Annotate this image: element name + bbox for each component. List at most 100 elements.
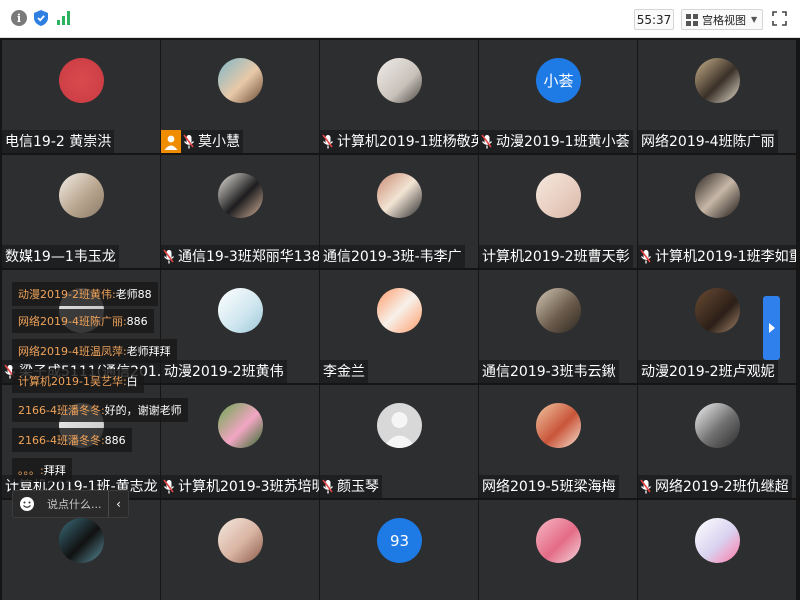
participant-tile[interactable]: 网络2019-5班梁海梅 (479, 385, 637, 498)
participant-name: 计算机2019-3班苏培明 (178, 479, 319, 495)
chat-message: 网络2019-4班温凤萍: 老师拜拜 (12, 339, 177, 363)
fullscreen-icon[interactable] (772, 11, 787, 26)
chat-text: 886 (104, 433, 126, 447)
participant-name: 颜玉琴 (337, 479, 379, 495)
avatar (695, 173, 740, 218)
participant-tile[interactable]: 颜玉琴 (320, 385, 478, 498)
chat-message: 2166-4班潘冬冬: 好的，谢谢老师 (12, 398, 188, 422)
chat-sender: 计算机2019-1吴艺华: (18, 375, 127, 388)
participant-name: 莫小慧 (198, 134, 240, 150)
participant-name: 李金兰 (323, 364, 365, 380)
participant-tile[interactable]: 计算机2019-1班杨敬英 (320, 40, 478, 153)
expand-panel-button[interactable] (763, 296, 780, 360)
participant-tile[interactable]: 莫小慧 (161, 40, 319, 153)
participant-name: 计算机2019-1班李如重 (655, 249, 796, 265)
participant-tile[interactable]: 计算机2019-1班李如重 (638, 155, 796, 268)
chat-sender: 2166-4班潘冬冬: (18, 404, 105, 417)
signal-icon[interactable] (56, 10, 72, 26)
toolbar: i 55:37 宫格视图 ▼ (0, 0, 800, 38)
avatar (695, 403, 740, 448)
participant-tile[interactable]: 网络2019-2班仇继超 (638, 385, 796, 498)
participant-tile[interactable]: 通信19-3班郑丽华138 (161, 155, 319, 268)
avatar (218, 403, 263, 448)
name-bar: 计算机2019-2班曹天彰 (479, 245, 633, 268)
name-bar: 网络2019-5班梁海梅 (479, 475, 619, 498)
name-bar: 动漫2019-1班黄小荟 (479, 130, 633, 153)
avatar (59, 58, 104, 103)
participant-name: 计算机2019-1班杨敬英 (337, 134, 478, 150)
chat-message: 2166-4班潘冬冬: 886 (12, 428, 132, 452)
participant-tile[interactable]: 网络2019-4班陈广丽 (638, 40, 796, 153)
avatar (695, 518, 740, 563)
participant-tile[interactable]: 动漫2019-2班黄伟 (161, 270, 319, 383)
chat-sender: 动漫2019-2班黄伟: (18, 288, 116, 301)
mic-muted-icon (640, 249, 652, 265)
participant-tile[interactable] (638, 500, 796, 600)
participant-name: 通信2019-3班-韦李广 (323, 249, 462, 265)
chat-overlay: 动漫2019-2班黄伟: 老师88 网络2019-4班陈广丽: 886 网络2019-4… (12, 282, 188, 487)
participant-tile[interactable] (161, 500, 319, 600)
avatar-text: 93 (389, 531, 410, 550)
chat-sender: 。。。: (18, 464, 44, 477)
name-bar: 数媒19—1韦玉龙 (2, 245, 119, 268)
name-bar: 电信19-2 黄崇洪 (2, 130, 115, 153)
name-bar: 李金兰 (320, 360, 368, 383)
view-mode-label: 宫格视图 (702, 13, 746, 27)
default-person-icon (377, 403, 422, 448)
avatar (536, 173, 581, 218)
participant-name: 网络2019-5班梁海梅 (482, 479, 616, 495)
avatar (218, 58, 263, 103)
host-icon (161, 130, 181, 153)
avatar (218, 173, 263, 218)
avatar (536, 518, 581, 563)
name-bar: 网络2019-2班仇继超 (638, 475, 792, 498)
name-bar: 网络2019-4班陈广丽 (638, 130, 778, 153)
avatar (377, 288, 422, 333)
chat-text: 白 (126, 375, 138, 388)
caret-down-icon: ▼ (751, 15, 758, 24)
participant-tile[interactable]: 通信2019-3班韦云鍬 (479, 270, 637, 383)
chat-message: 动漫2019-2班黄伟: 老师88 (12, 282, 158, 306)
avatar (218, 288, 263, 333)
participant-tile[interactable]: 电信19-2 黄崇洪 (2, 40, 160, 153)
chat-collapse-button[interactable]: ‹ (108, 491, 128, 517)
chat-sender: 网络2019-4班陈广丽: (18, 315, 127, 328)
chat-sender: 2166-4班潘冬冬: (18, 434, 105, 447)
participant-name: 通信19-3班郑丽华138 (178, 249, 319, 265)
avatar (536, 288, 581, 333)
participant-name: 数媒19—1韦玉龙 (5, 249, 116, 265)
mic-muted-icon (322, 479, 334, 495)
avatar (695, 58, 740, 103)
name-bar: 计算机2019-1班李如重 (638, 245, 796, 268)
name-bar: 颜玉琴 (320, 475, 382, 498)
avatar (536, 403, 581, 448)
emoji-icon[interactable] (19, 496, 35, 512)
participant-tile[interactable]: 李金兰 (320, 270, 478, 383)
mic-muted-icon (183, 134, 195, 150)
info-icon[interactable]: i (11, 10, 27, 26)
participant-name: 电信19-2 黄崇洪 (5, 134, 112, 150)
mic-muted-icon (481, 134, 493, 150)
chat-message: 计算机2019-1吴艺华: 白 (12, 369, 144, 393)
avatar (59, 173, 104, 218)
mic-muted-icon (163, 249, 175, 265)
chat-message: 。。。: 拜拜 (12, 458, 72, 482)
shield-icon[interactable] (33, 10, 49, 26)
chat-input-placeholder: 说点什么... (47, 498, 102, 511)
participant-tile[interactable] (479, 500, 637, 600)
participant-tile[interactable]: 通信2019-3班-韦李广 (320, 155, 478, 268)
chat-input[interactable]: 说点什么... ‹ (12, 490, 129, 518)
name-bar: 莫小慧 (161, 130, 243, 153)
avatar (377, 173, 422, 218)
participant-name: 网络2019-2班仇继超 (655, 479, 789, 495)
view-mode-dropdown[interactable]: 宫格视图 ▼ (681, 9, 763, 30)
participant-name: 通信2019-3班韦云鍬 (482, 364, 616, 380)
name-bar: 通信2019-3班-韦李广 (320, 245, 465, 268)
participant-tile[interactable]: 计算机2019-2班曹天彰 (479, 155, 637, 268)
name-bar: 计算机2019-1班杨敬英 (320, 130, 478, 153)
participant-tile[interactable]: 小荟 动漫2019-1班黄小荟 (479, 40, 637, 153)
name-bar: 通信2019-3班韦云鍬 (479, 360, 619, 383)
name-bar: 通信19-3班郑丽华138 (161, 245, 319, 268)
participant-tile[interactable]: 93 (320, 500, 478, 600)
participant-tile[interactable]: 数媒19—1韦玉龙 (2, 155, 160, 268)
